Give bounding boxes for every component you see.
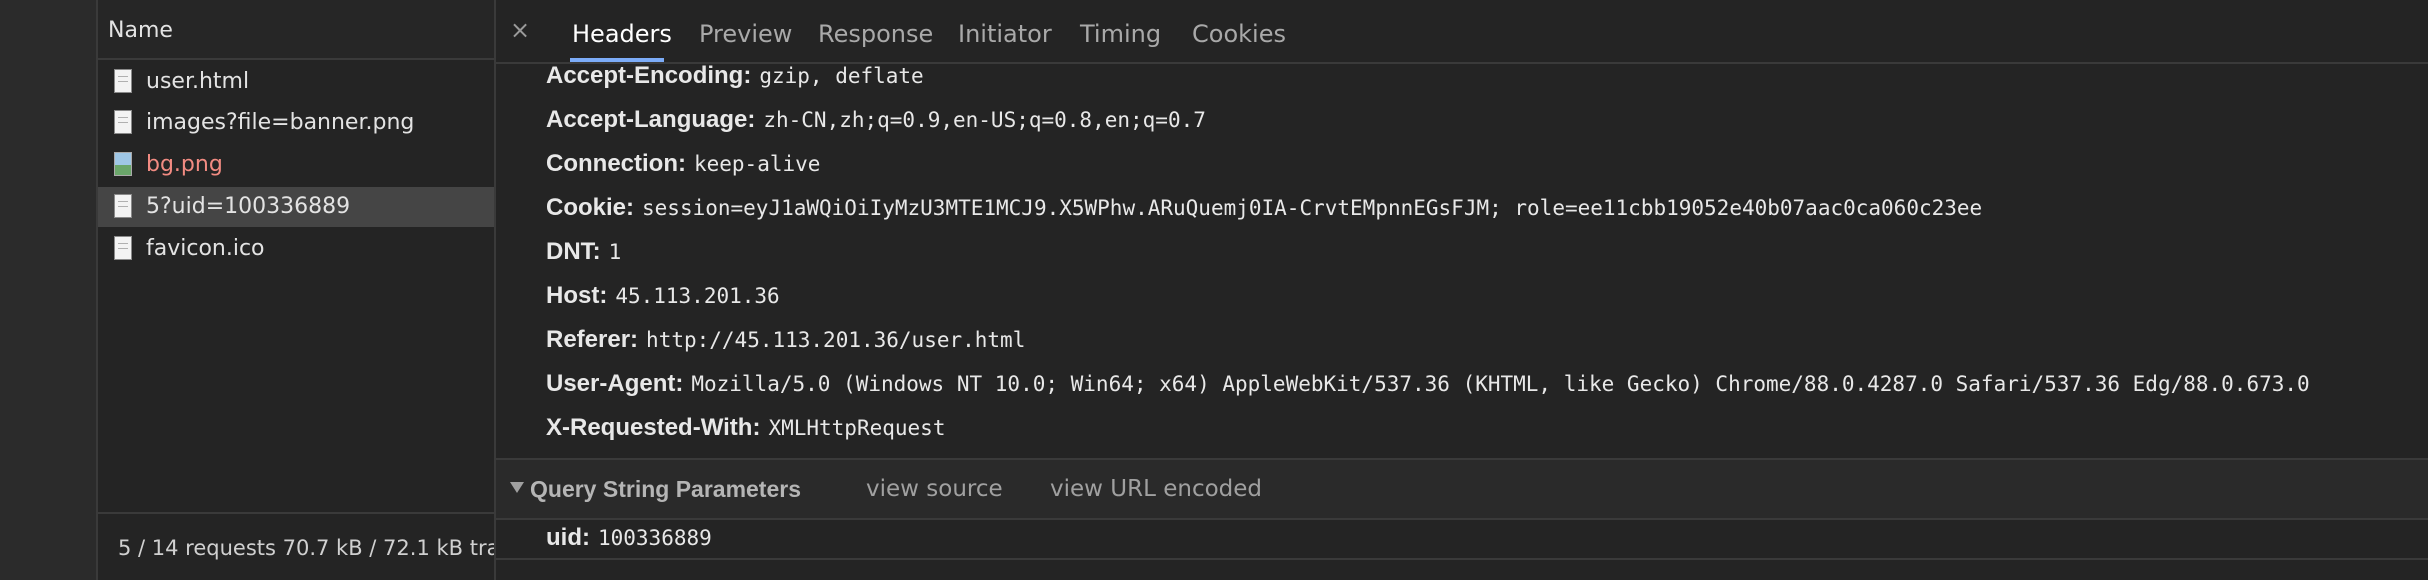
divider	[496, 558, 2428, 560]
request-details-panel: × Headers Preview Response Initiator Tim…	[494, 0, 2428, 580]
tab-preview[interactable]: Preview	[699, 20, 792, 48]
document-icon	[114, 236, 132, 260]
document-icon	[114, 194, 132, 218]
param-value: 100336889	[597, 526, 712, 550]
status-bar: 5 / 14 requests 70.7 kB / 72.1 kB tra	[98, 512, 496, 580]
request-name: images?file=banner.png	[146, 110, 415, 135]
name-column-header[interactable]: Name	[108, 18, 173, 43]
header-key: DNT:	[546, 238, 601, 265]
request-headers-list: Accept-Encoding: gzip, deflate Accept-Lan…	[496, 62, 2428, 458]
header-value: gzip, deflate	[759, 64, 924, 88]
header-row: Accept-Language: zh-CN,zh;q=0.9,en-US;q=0…	[546, 106, 1206, 134]
header-row: DNT: 1	[546, 238, 621, 266]
query-param-row: uid: 100336889	[546, 524, 712, 552]
header-row: X-Requested-With: XMLHttpRequest	[546, 414, 945, 442]
details-tab-bar: × Headers Preview Response Initiator Tim…	[496, 0, 2428, 64]
header-row: Referer: http://45.113.201.36/user.html	[546, 326, 1025, 354]
header-value: XMLHttpRequest	[768, 416, 946, 440]
network-request-list: Name user.html images?file=banner.png bg…	[96, 0, 498, 580]
request-name: favicon.ico	[146, 236, 265, 261]
image-icon	[114, 152, 132, 176]
header-value: zh-CN,zh;q=0.9,en-US;q=0.8,en;q=0.7	[763, 108, 1206, 132]
tab-initiator[interactable]: Initiator	[958, 20, 1052, 48]
header-key: Accept-Language:	[546, 106, 756, 133]
header-value: session=eyJ1aWQiOiIyMzU3MTE1MCJ9.X5WPhw.…	[642, 196, 1983, 220]
left-gutter	[0, 0, 96, 580]
request-row[interactable]: user.html	[98, 62, 496, 102]
request-row-selected[interactable]: 5?uid=100336889	[98, 187, 496, 227]
header-key: Cookie:	[546, 194, 635, 221]
query-string-section-header[interactable]: Query String Parameters view source view…	[496, 458, 2428, 520]
header-key: X-Requested-With:	[546, 414, 761, 441]
header-key: Host:	[546, 282, 608, 309]
header-key: Accept-Encoding:	[546, 62, 752, 89]
header-row: Connection: keep-alive	[546, 150, 820, 178]
view-source-link[interactable]: view source	[866, 476, 1003, 502]
section-title: Query String Parameters	[530, 476, 802, 502]
request-list-header: Name	[98, 0, 496, 60]
header-value: 45.113.201.36	[615, 284, 780, 308]
header-value: http://45.113.201.36/user.html	[646, 328, 1026, 352]
expand-triangle-icon[interactable]	[510, 482, 524, 493]
document-icon	[114, 110, 132, 134]
header-row: User-Agent: Mozilla/5.0 (Windows NT 10.0;…	[546, 370, 2310, 398]
tab-headers[interactable]: Headers	[572, 20, 672, 48]
header-key: Connection:	[546, 150, 686, 177]
header-row: Accept-Encoding: gzip, deflate	[546, 62, 924, 90]
param-key: uid:	[546, 524, 590, 551]
request-name: 5?uid=100336889	[146, 194, 351, 219]
request-summary: 5 / 14 requests 70.7 kB / 72.1 kB tra	[118, 536, 496, 560]
header-key: Referer:	[546, 326, 639, 353]
tab-cookies[interactable]: Cookies	[1192, 20, 1286, 48]
header-row: Host: 45.113.201.36	[546, 282, 780, 310]
header-value: keep-alive	[693, 152, 821, 176]
tab-timing[interactable]: Timing	[1080, 20, 1161, 48]
request-row[interactable]: images?file=banner.png	[98, 103, 496, 143]
request-name: bg.png	[146, 152, 223, 177]
close-icon[interactable]: ×	[510, 18, 530, 42]
tab-response[interactable]: Response	[818, 20, 933, 48]
request-row[interactable]: bg.png	[98, 145, 496, 185]
document-icon	[114, 69, 132, 93]
header-row: Cookie: session=eyJ1aWQiOiIyMzU3MTE1MCJ9.…	[546, 194, 1982, 222]
header-key: User-Agent:	[546, 370, 684, 397]
header-value: Mozilla/5.0 (Windows NT 10.0; Win64; x64…	[691, 372, 2310, 396]
request-row[interactable]: favicon.ico	[98, 229, 496, 269]
request-name: user.html	[146, 69, 250, 94]
header-value: 1	[608, 240, 622, 264]
view-url-encoded-link[interactable]: view URL encoded	[1050, 476, 1262, 502]
